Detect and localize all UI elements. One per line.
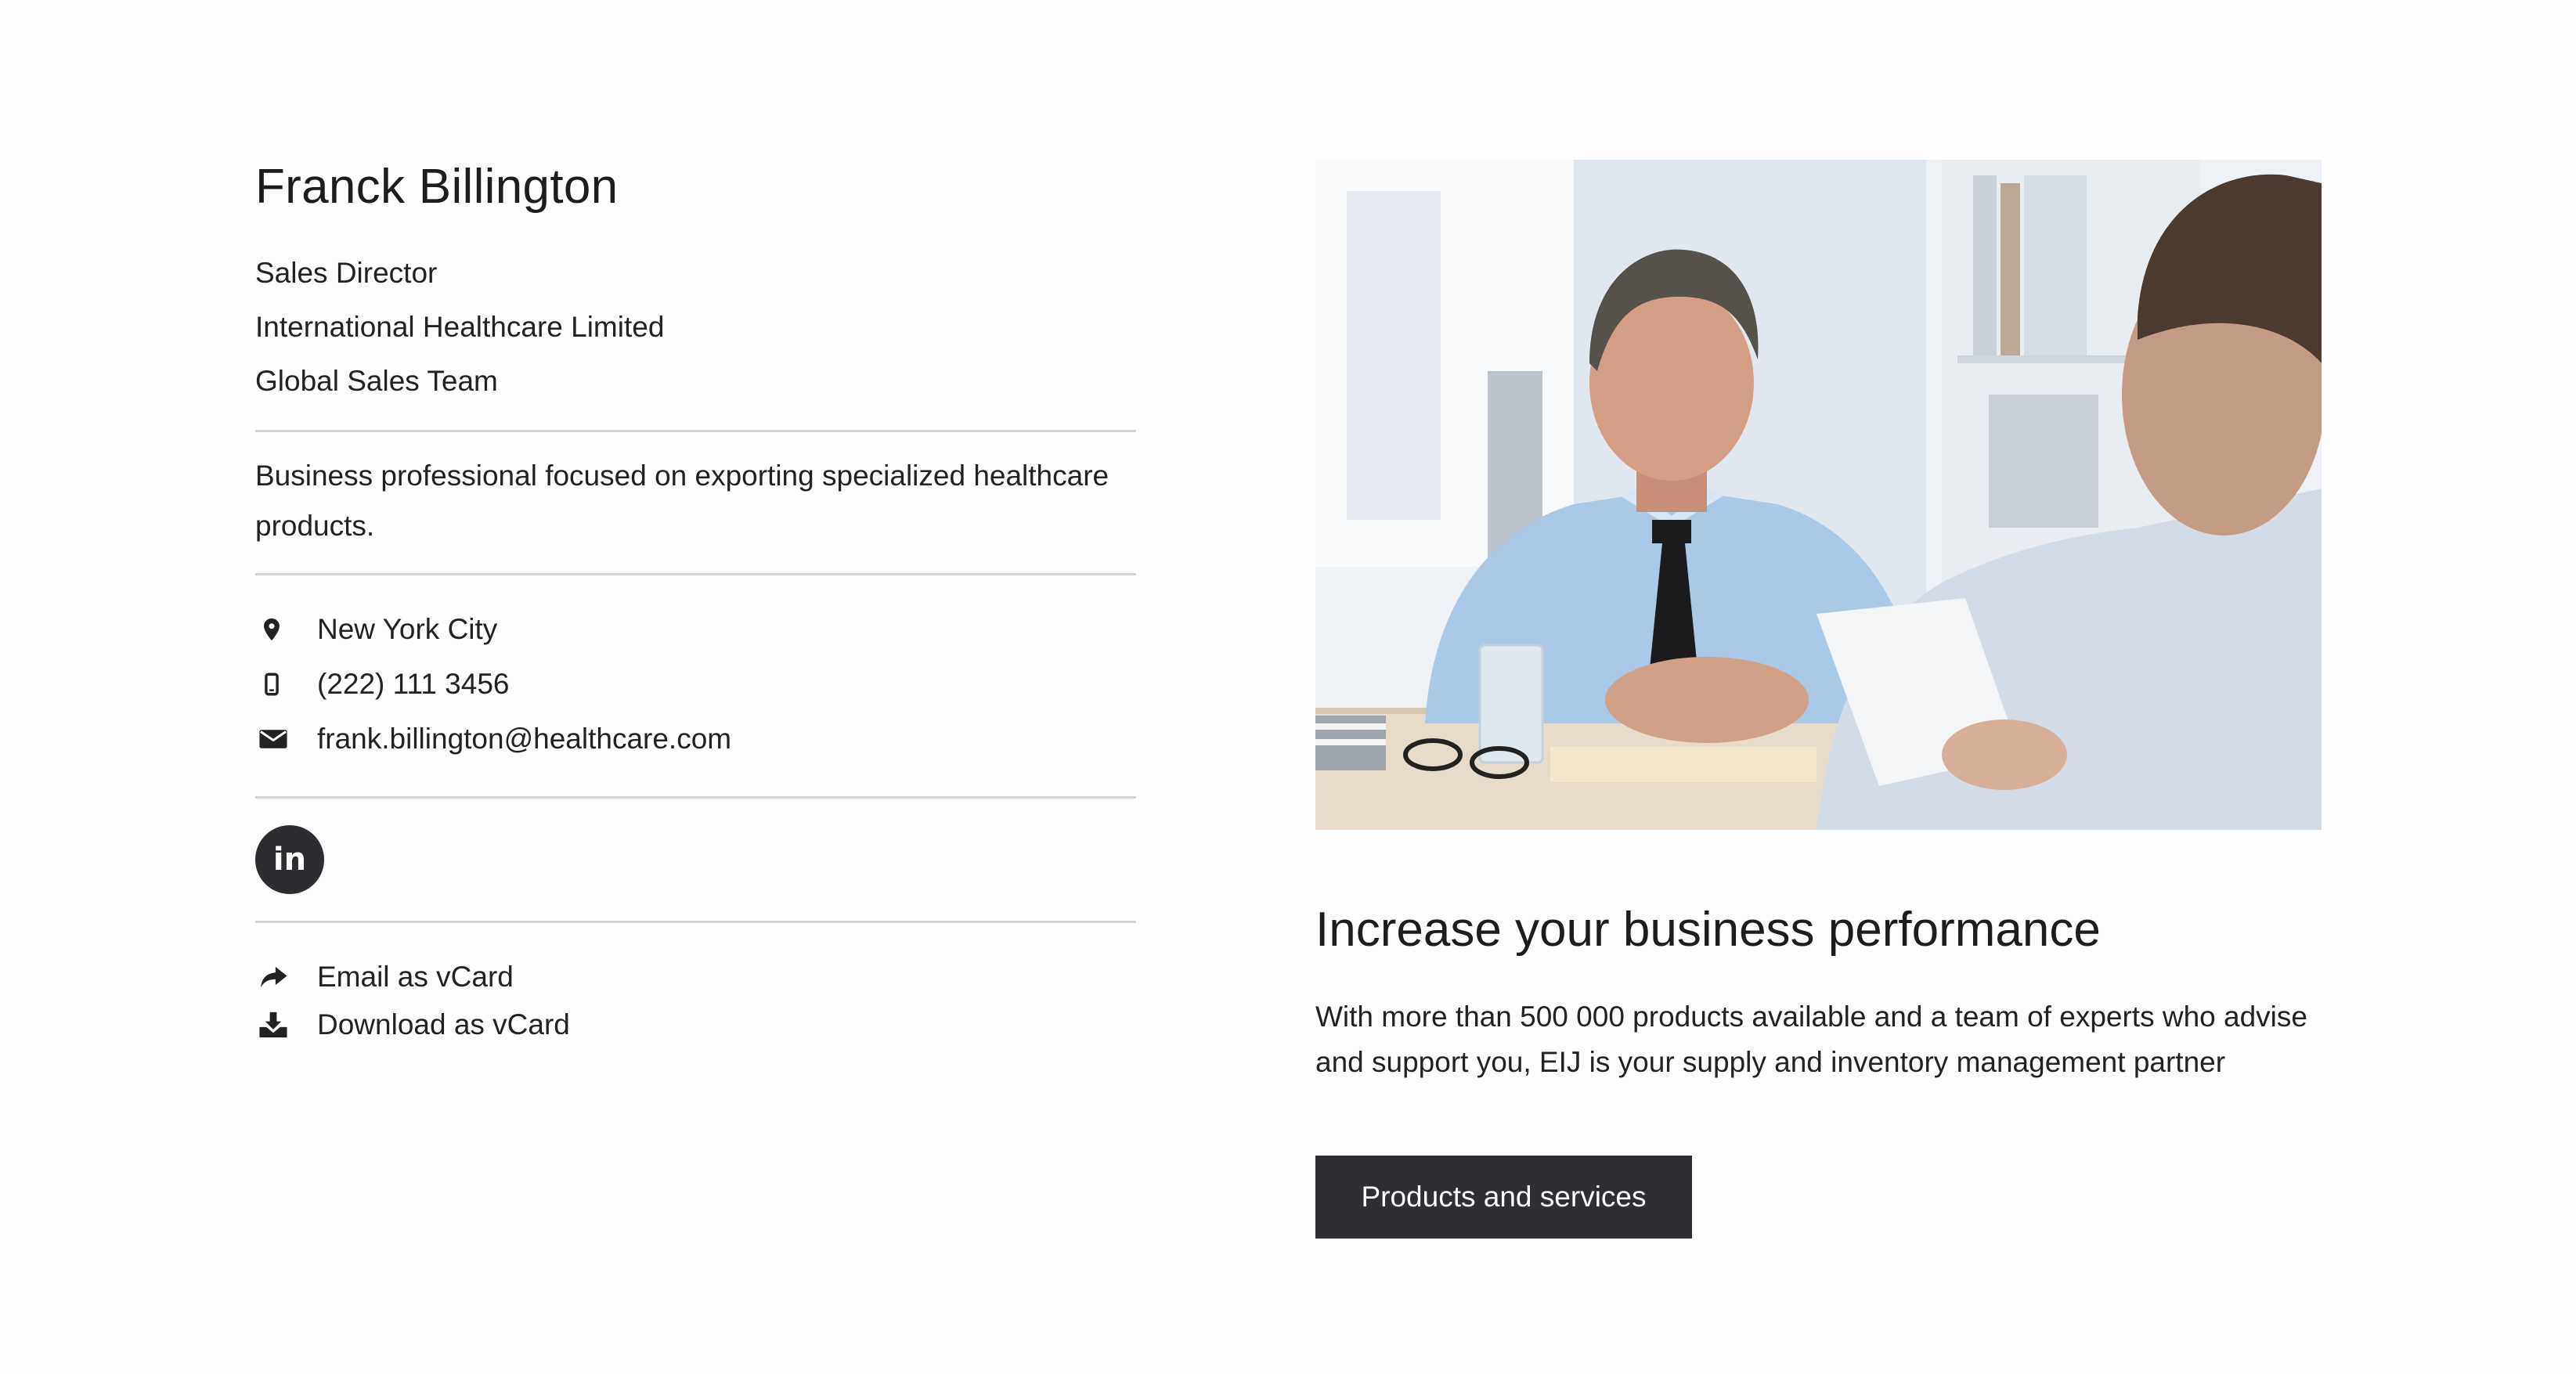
email-vcard-label: Email as vCard [317, 960, 514, 993]
social-links: in [255, 799, 1136, 921]
business-card-page: Franck Billington Sales Director Interna… [0, 0, 2576, 1374]
promo-column: Increase your business performance With … [1315, 160, 2322, 1239]
contact-phone: (222) 111 3456 [255, 657, 1136, 712]
linkedin-icon: in [272, 842, 307, 878]
company-name: International Healthcare Limited [255, 311, 665, 343]
email-link[interactable]: frank.billington@healthcare.com [317, 723, 731, 756]
profile-column: Franck Billington Sales Director Interna… [255, 157, 1136, 1048]
email-vcard-link[interactable]: Email as vCard [255, 953, 1136, 1001]
job-title: Sales Director [255, 257, 438, 289]
profile-bio: Business professional focused on exporti… [255, 460, 1109, 542]
download-vcard-link[interactable]: Download as vCard [255, 1001, 1136, 1048]
role-list: Sales Director International Healthcare … [255, 246, 1136, 408]
share-icon [258, 958, 296, 996]
meeting-illustration [1315, 160, 2322, 830]
team-name: Global Sales Team [255, 365, 498, 397]
promo-headline: Increase your business performance [1315, 903, 2101, 957]
vcard-actions: Email as vCard Download as vCard [255, 923, 1136, 1048]
business-meeting-photo [1315, 160, 2322, 830]
linkedin-button[interactable]: in [255, 825, 324, 894]
location-text: New York City [317, 613, 498, 645]
contact-email: frank.billington@healthcare.com [255, 712, 1136, 766]
profile-name: Franck Billington [255, 160, 619, 214]
promo-description: With more than 500 000 products availabl… [1315, 1001, 2307, 1078]
contact-location: New York City [255, 602, 1136, 657]
download-vcard-label: Download as vCard [317, 1008, 570, 1040]
phone-link[interactable]: (222) 111 3456 [317, 668, 510, 701]
envelope-icon [258, 720, 296, 758]
mobile-phone-icon [258, 665, 296, 703]
contact-list: New York City (222) 111 3456 frank.billi… [255, 575, 1136, 796]
download-icon [258, 1006, 296, 1044]
products-and-services-button[interactable]: Products and services [1315, 1156, 1692, 1239]
map-marker-icon [258, 611, 296, 648]
